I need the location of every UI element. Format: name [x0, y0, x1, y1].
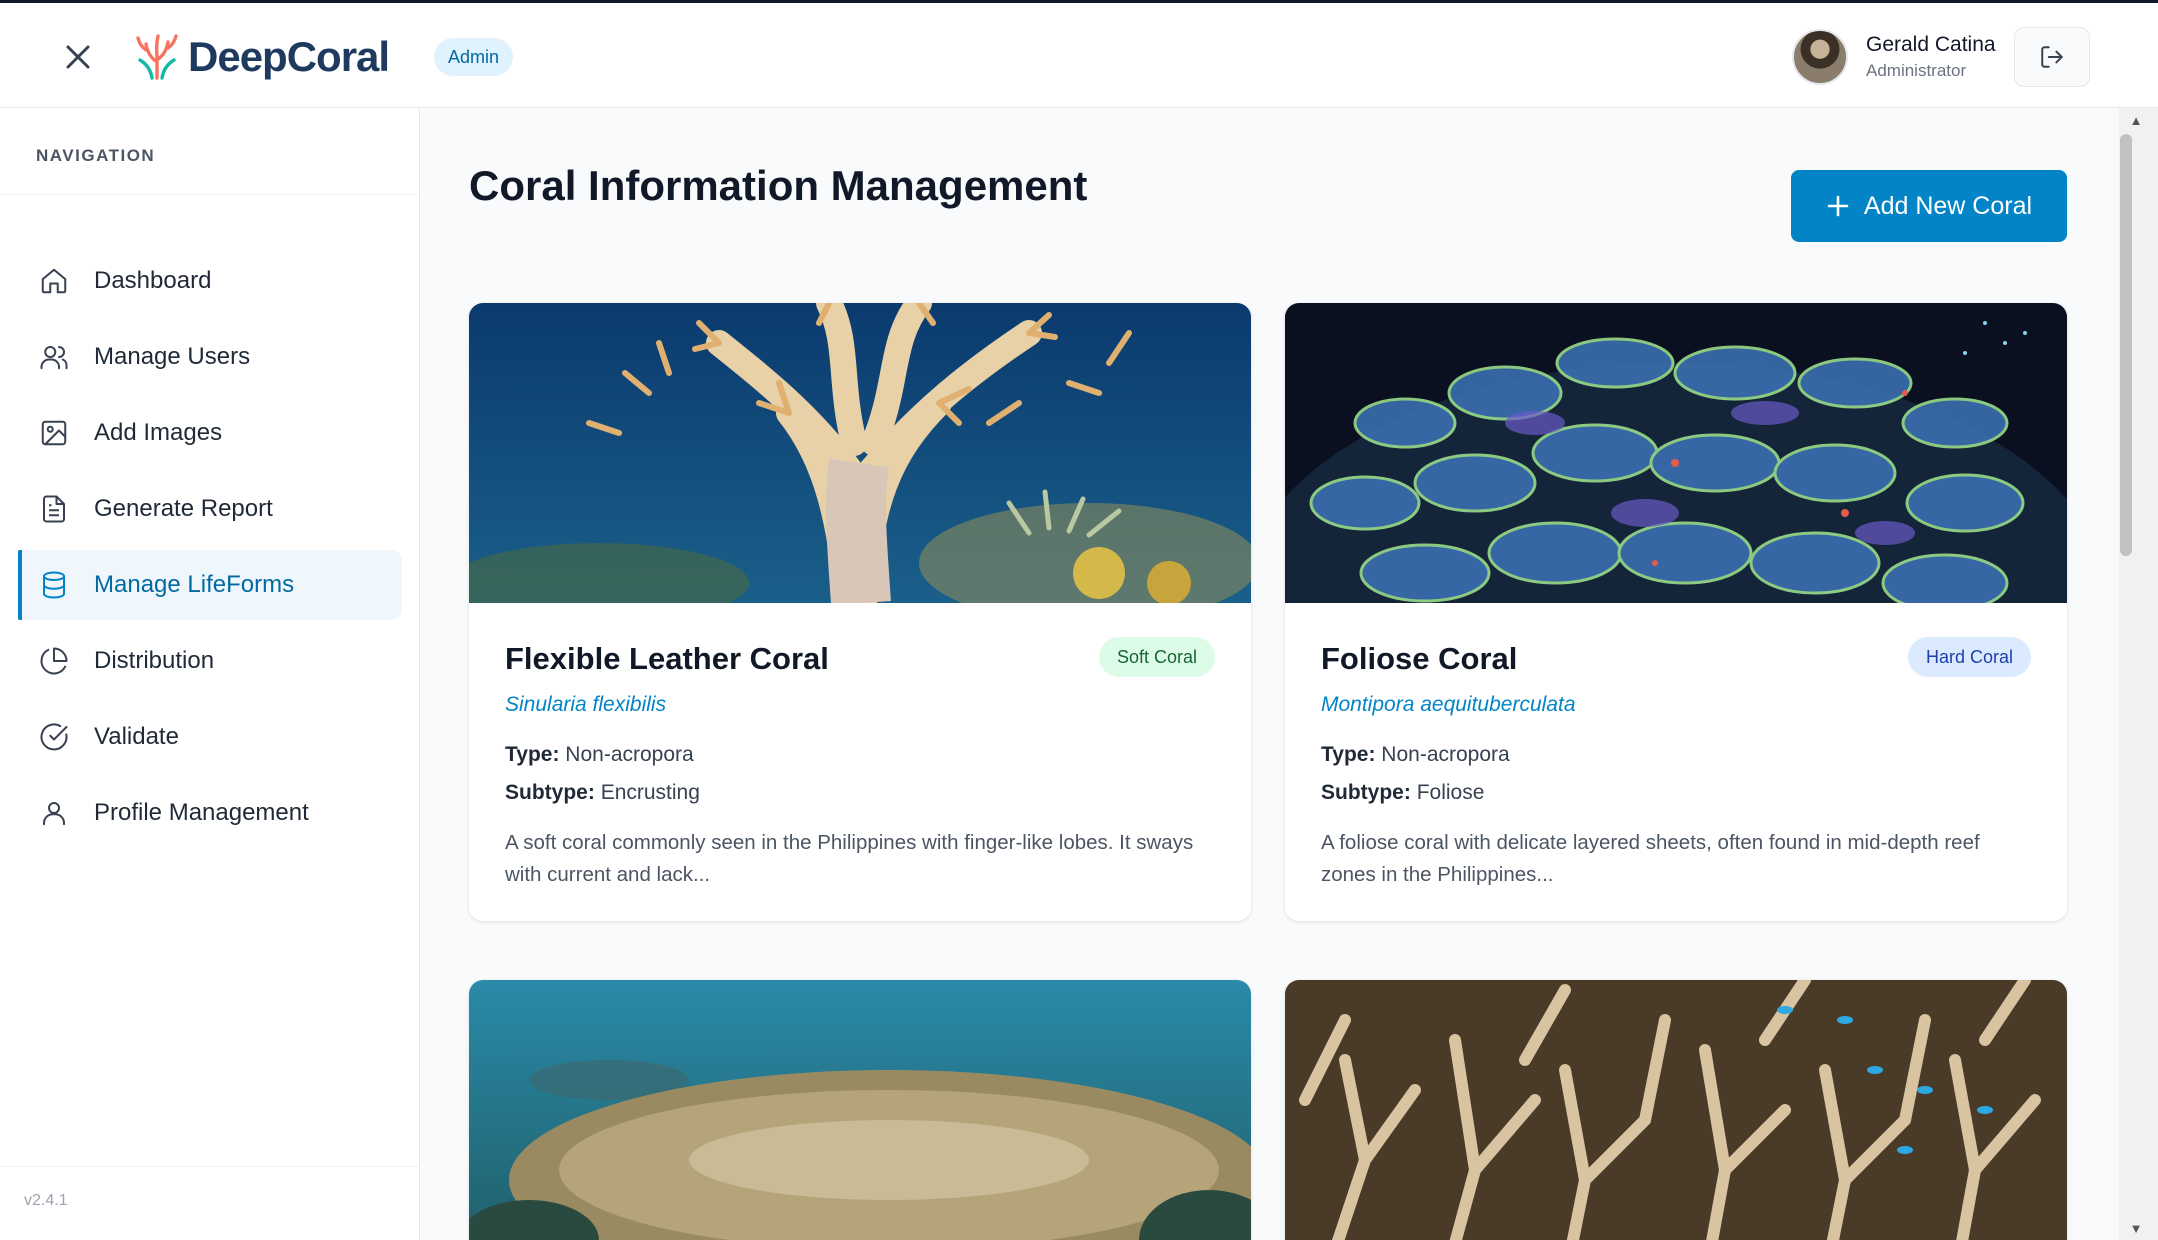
- sidebar-item-profile-management[interactable]: Profile Management: [18, 778, 402, 848]
- sidebar-item-label: Add Images: [94, 419, 223, 446]
- coral-card[interactable]: Foliose Coral Hard Coral Montipora aequi…: [1285, 303, 2067, 921]
- subtype-value: Encrusting: [600, 781, 700, 804]
- type-value: Non-acropora: [565, 743, 694, 766]
- role-badge: Admin: [434, 38, 514, 76]
- app-logo[interactable]: DeepCoral: [132, 29, 390, 85]
- pie-chart-icon: [38, 645, 70, 677]
- add-new-coral-label: Add New Coral: [1863, 191, 2033, 220]
- sidebar-item-label: Profile Management: [94, 799, 309, 826]
- sidebar-item-label: Generate Report: [94, 495, 273, 522]
- sidebar-item-generate-report[interactable]: Generate Report: [18, 474, 402, 544]
- sidebar-item-distribution[interactable]: Distribution: [18, 626, 402, 696]
- sidebar-item-dashboard[interactable]: Dashboard: [18, 246, 402, 316]
- coral-image: [1285, 980, 2067, 1240]
- close-icon: [66, 45, 90, 69]
- subtype-row: Subtype: Foliose: [1321, 781, 2031, 805]
- category-badge: Hard Coral: [1907, 637, 2031, 677]
- subtype-value: Foliose: [1416, 781, 1485, 804]
- home-icon: [38, 265, 70, 297]
- users-icon: [38, 341, 70, 373]
- coral-card[interactable]: [469, 980, 1251, 1240]
- scroll-down-arrow-icon[interactable]: ▼: [2121, 1218, 2151, 1238]
- sidebar-item-label: Manage Users: [94, 343, 251, 370]
- scroll-up-arrow-icon[interactable]: ▲: [2121, 110, 2151, 130]
- nav-heading: NAVIGATION: [36, 146, 156, 165]
- sidebar-item-label: Dashboard: [94, 267, 212, 294]
- scientific-name: Montipora aequituberculata: [1321, 693, 1576, 716]
- add-new-coral-button[interactable]: Add New Coral: [1791, 170, 2067, 242]
- app-name: DeepCoral: [188, 33, 390, 80]
- coral-description: A foliose coral with delicate layered sh…: [1321, 831, 1980, 886]
- plus-icon: [1827, 195, 1849, 217]
- scientific-name: Sinularia flexibilis: [505, 693, 667, 716]
- close-menu-button[interactable]: [56, 35, 100, 79]
- type-label: Type:: [1321, 743, 1376, 766]
- version-label: v2.4.1: [24, 1192, 68, 1209]
- logout-icon: [2041, 46, 2063, 68]
- user-role: Administrator: [1866, 61, 1967, 80]
- type-value: Non-acropora: [1381, 743, 1510, 766]
- nav-list: Dashboard Manage Users Add Images Genera…: [18, 246, 402, 854]
- document-icon: [38, 493, 70, 525]
- card-body: Flexible Leather Coral Soft Coral Sinula…: [469, 603, 1251, 921]
- coral-description: A soft coral commonly seen in the Philip…: [505, 831, 1194, 886]
- category-badge: Soft Coral: [1098, 637, 1215, 677]
- scrollbar-thumb[interactable]: [2120, 134, 2132, 556]
- sidebar: NAVIGATION Dashboard Manage Users Add Im…: [0, 108, 420, 1240]
- sidebar-item-label: Validate: [94, 723, 179, 750]
- logout-button[interactable]: [2014, 27, 2090, 87]
- sidebar-item-validate[interactable]: Validate: [18, 702, 402, 772]
- image-icon: [38, 417, 70, 449]
- card-body: Foliose Coral Hard Coral Montipora aequi…: [1285, 603, 2067, 921]
- type-row: Type: Non-acropora: [1321, 743, 2031, 767]
- sidebar-item-add-images[interactable]: Add Images: [18, 398, 402, 468]
- user-icon: [38, 797, 70, 829]
- user-name: Gerald Catina: [1866, 33, 1996, 56]
- coral-image: [469, 303, 1251, 603]
- sidebar-item-manage-lifeforms[interactable]: Manage LifeForms: [18, 550, 402, 620]
- divider: [0, 194, 420, 195]
- page-title: Coral Information Management: [469, 162, 1088, 209]
- coral-card[interactable]: Flexible Leather Coral Soft Coral Sinula…: [469, 303, 1251, 921]
- subtype-label: Subtype:: [505, 781, 595, 804]
- type-row: Type: Non-acropora: [505, 743, 1215, 767]
- coral-image: [1285, 303, 2067, 603]
- subtype-row: Subtype: Encrusting: [505, 781, 1215, 805]
- user-profile[interactable]: Gerald Catina Administrator: [1792, 29, 1996, 85]
- avatar: [1792, 29, 1848, 85]
- database-icon: [38, 569, 70, 601]
- type-label: Type:: [505, 743, 560, 766]
- coral-image: [469, 980, 1251, 1240]
- divider: [0, 1166, 420, 1167]
- top-bar: DeepCoral Admin Gerald Catina Administra…: [0, 0, 2158, 108]
- check-circle-icon: [38, 721, 70, 753]
- sidebar-item-label: Distribution: [94, 647, 215, 674]
- sidebar-item-manage-users[interactable]: Manage Users: [18, 322, 402, 392]
- coral-card[interactable]: [1285, 980, 2067, 1240]
- subtype-label: Subtype:: [1321, 781, 1411, 804]
- sidebar-item-label: Manage LifeForms: [94, 571, 295, 598]
- coral-logo-icon: [136, 34, 178, 80]
- main-content: Coral Information Management Add New Cor…: [421, 108, 2119, 1240]
